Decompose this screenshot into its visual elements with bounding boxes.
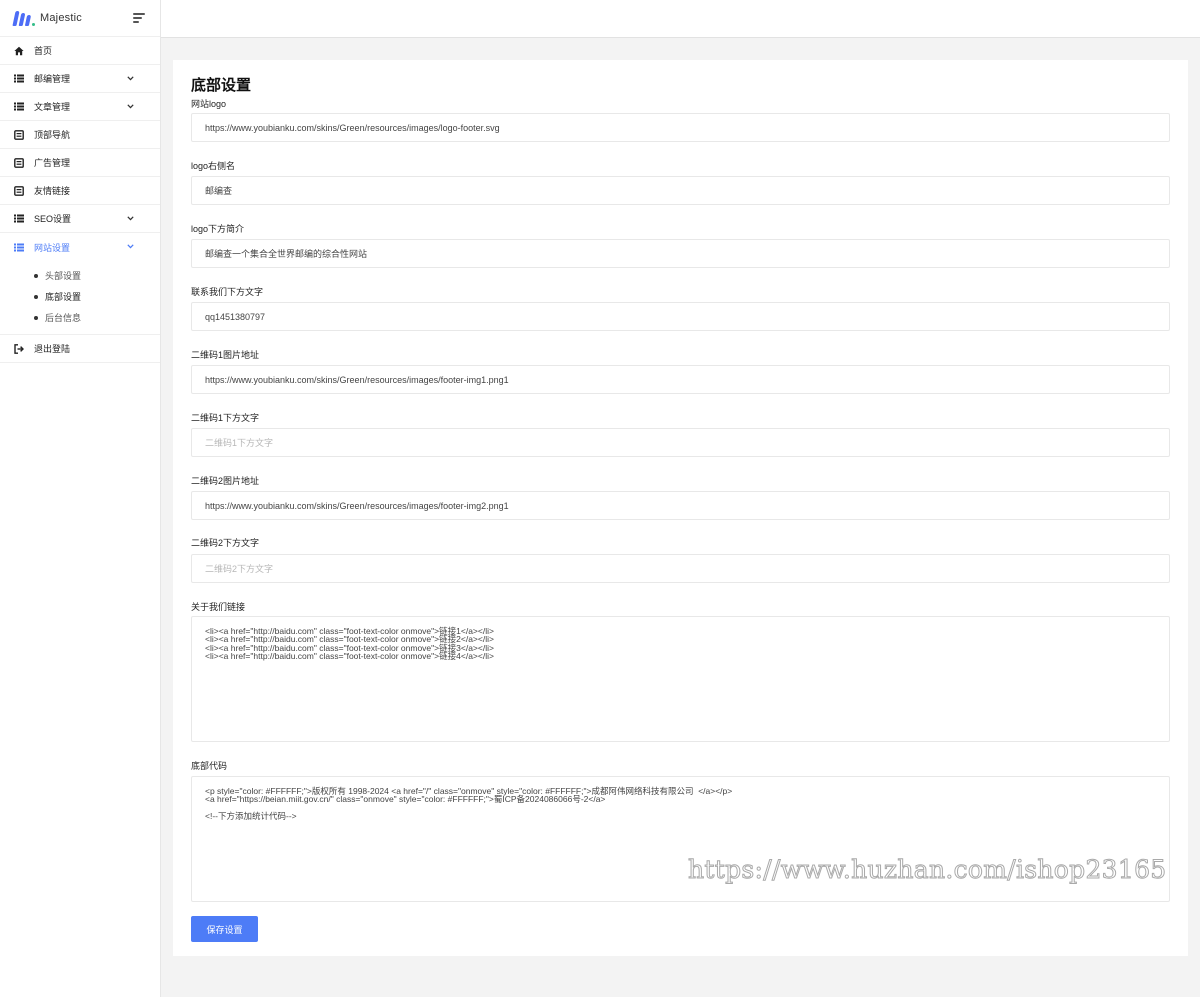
qr2-text-input[interactable]: 二维码2下方文字	[191, 554, 1170, 583]
sidebar-subitem-header-settings[interactable]: 头部设置	[34, 265, 160, 286]
sidebar-item-site-settings[interactable]: 网站设置	[0, 233, 160, 261]
sidebar-item-label: 网站设置	[34, 242, 71, 253]
chevron-down-icon	[127, 74, 134, 83]
home-icon	[14, 46, 24, 56]
sidebar-subitem-admin-info[interactable]: 后台信息	[34, 307, 160, 328]
sidebar-nav: 首页 邮编管理 文章管理 顶部导航 广告管理 友情链接 SEO设置 网站设置 头…	[0, 37, 160, 363]
field-label-qr1-url: 二维码1图片地址	[191, 350, 260, 360]
bullet-icon	[34, 294, 38, 299]
contact-text-input[interactable]: qq1451380797	[191, 302, 1170, 331]
page-title: 底部设置	[191, 77, 252, 94]
document-icon	[14, 185, 24, 196]
field-label-qr2-url: 二维码2图片地址	[191, 476, 260, 486]
sidebar-item-label: 文章管理	[34, 102, 71, 112]
sidebar-item-ads[interactable]: 广告管理	[0, 149, 160, 177]
sidebar-item-home[interactable]: 首页	[0, 37, 160, 65]
sidebar-item-logout[interactable]: 退出登陆	[0, 335, 160, 363]
field-label-site-logo: 网站logo	[191, 99, 227, 109]
field-label-qr2-text: 二维码2下方文字	[191, 538, 260, 548]
site-logo-input[interactable]: https://www.youbianku.com/skins/Green/re…	[191, 113, 1170, 142]
topbar	[161, 0, 1200, 38]
watermark-text: https://www.huzhan.com/ishop23165	[688, 855, 1167, 885]
sidebar-item-label: 友情链接	[34, 186, 71, 196]
list-icon	[14, 102, 24, 112]
field-label-footer-code: 底部代码	[191, 761, 228, 771]
document-icon	[14, 129, 24, 140]
list-icon	[14, 74, 24, 84]
sidebar-subitem-footer-settings[interactable]: 底部设置	[34, 286, 160, 307]
logo-intro-input[interactable]: 邮编查一个集合全世界邮编的综合性网站	[191, 239, 1170, 268]
bullet-icon	[34, 315, 38, 320]
qr1-text-input[interactable]: 二维码1下方文字	[191, 428, 1170, 457]
sidebar-item-articles[interactable]: 文章管理	[0, 93, 160, 121]
sidebar: Majestic 首页 邮编管理 文章管理 顶部导航 广告管理 友情链接 SEO…	[0, 0, 161, 997]
about-links-textarea[interactable]: <li><a href="http://baidu.com" class="fo…	[191, 616, 1170, 742]
field-label-logo-intro: logo下方简介	[191, 224, 245, 234]
sidebar-subitem-label: 后台信息	[45, 313, 82, 323]
sidebar-subitem-label: 底部设置	[45, 292, 82, 302]
sidebar-item-label: 广告管理	[34, 158, 71, 168]
sidebar-item-label: 邮编管理	[34, 74, 71, 84]
chevron-down-icon	[127, 102, 134, 111]
settings-card: 底部设置 网站logo https://www.youbianku.com/sk…	[173, 60, 1188, 956]
brand-name: Majestic	[40, 12, 82, 24]
sidebar-item-label: 顶部导航	[34, 130, 71, 140]
qr2-url-input[interactable]: https://www.youbianku.com/skins/Green/re…	[191, 491, 1170, 520]
brand[interactable]: Majestic	[0, 0, 160, 37]
sidebar-item-links[interactable]: 友情链接	[0, 177, 160, 205]
sidebar-subitem-label: 头部设置	[45, 271, 82, 281]
list-icon	[14, 242, 24, 252]
logo-name-input[interactable]: 邮编查	[191, 176, 1170, 205]
qr1-url-input[interactable]: https://www.youbianku.com/skins/Green/re…	[191, 365, 1170, 394]
chevron-down-icon	[127, 242, 134, 251]
sidebar-item-label: 首页	[34, 46, 53, 56]
document-icon	[14, 157, 24, 168]
logo-icon	[12, 10, 35, 26]
list-icon	[14, 214, 24, 224]
bullet-icon	[34, 273, 38, 278]
sidebar-item-label: 退出登陆	[34, 344, 71, 354]
field-label-qr1-text: 二维码1下方文字	[191, 413, 260, 423]
sidebar-item-top-nav[interactable]: 顶部导航	[0, 121, 160, 149]
menu-icon[interactable]	[133, 13, 145, 23]
save-button[interactable]: 保存设置	[191, 916, 258, 942]
sidebar-item-seo[interactable]: SEO设置	[0, 205, 160, 233]
field-label-contact-text: 联系我们下方文字	[191, 287, 264, 297]
sidebar-item-label: SEO设置	[34, 214, 72, 224]
sidebar-item-postcode[interactable]: 邮编管理	[0, 65, 160, 93]
field-label-about-links: 关于我们链接	[191, 602, 246, 612]
field-label-logo-name: logo右侧名	[191, 161, 236, 171]
chevron-down-icon	[127, 214, 134, 223]
logout-icon	[14, 343, 24, 354]
sidebar-submenu: 头部设置 底部设置 后台信息	[0, 261, 160, 335]
